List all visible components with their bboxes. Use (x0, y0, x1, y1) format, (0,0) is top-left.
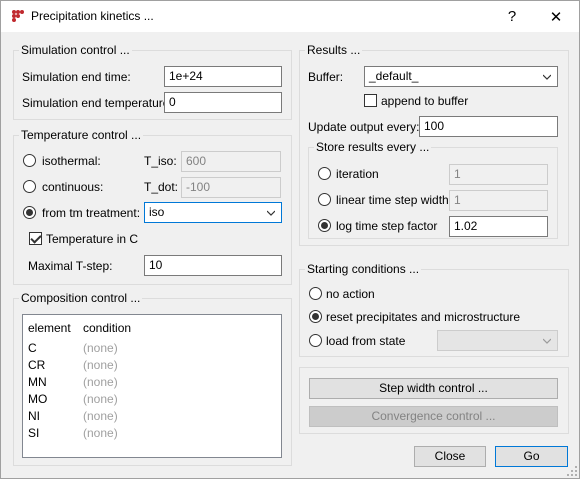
load-state-label: load from state (326, 334, 406, 348)
resize-grip-icon[interactable] (567, 466, 577, 476)
end-temp-label: Simulation end temperature: (22, 96, 173, 110)
chevron-down-icon (267, 210, 275, 216)
list-item-condition[interactable]: (none) (83, 426, 118, 440)
continuous-label: continuous: (42, 180, 104, 194)
list-item-element[interactable]: SI (28, 426, 39, 440)
load-state-radio[interactable] (309, 334, 322, 347)
no-action-label: no action (326, 287, 375, 301)
chevron-down-icon (543, 74, 551, 80)
list-item-element[interactable]: MO (28, 392, 47, 406)
temp-in-c-checkbox[interactable] (29, 232, 42, 245)
end-time-label: Simulation end time: (22, 70, 131, 84)
update-output-label: Update output every: (308, 120, 420, 134)
isothermal-label: isothermal: (42, 154, 101, 168)
no-action-radio[interactable] (309, 287, 322, 300)
convergence-control-button[interactable]: Convergence control ... (309, 406, 558, 427)
log-step-input[interactable]: 1.02 (449, 216, 548, 237)
append-buffer-checkbox[interactable] (364, 94, 377, 107)
t-dot-input[interactable]: -100 (181, 177, 281, 198)
temperature-control-legend: Temperature control ... (19, 128, 144, 142)
buffer-label: Buffer: (308, 70, 344, 84)
help-button[interactable]: ? (489, 1, 535, 32)
close-window-button[interactable]: ✕ (533, 1, 579, 32)
linear-step-radio[interactable] (318, 193, 331, 206)
isothermal-radio[interactable] (23, 154, 36, 167)
append-buffer-label: append to buffer (381, 94, 469, 108)
from-tm-label: from tm treatment: (42, 206, 141, 220)
end-temp-input[interactable]: 0 (164, 92, 282, 113)
go-button[interactable]: Go (495, 446, 568, 467)
t-dot-label: T_dot: (144, 180, 179, 194)
buffer-value: _default_ (369, 69, 419, 83)
max-tstep-input[interactable]: 10 (144, 255, 282, 276)
iteration-radio[interactable] (318, 167, 331, 180)
tm-treatment-select[interactable]: iso (144, 202, 282, 223)
list-item-condition[interactable]: (none) (83, 358, 118, 372)
load-state-select[interactable] (437, 330, 558, 351)
store-results-legend: Store results every ... (314, 140, 432, 154)
app-icon (12, 10, 24, 22)
t-iso-input[interactable]: 600 (181, 151, 281, 172)
chevron-down-icon (543, 338, 551, 344)
step-width-control-button[interactable]: Step width control ... (309, 378, 558, 399)
end-time-input[interactable]: 1e+24 (164, 66, 282, 87)
results-legend: Results ... (305, 43, 363, 57)
list-item-element[interactable]: NI (28, 409, 40, 423)
list-item-condition[interactable]: (none) (83, 375, 118, 389)
list-item-condition[interactable]: (none) (83, 341, 118, 355)
starting-conditions-legend: Starting conditions ... (305, 262, 422, 276)
list-item-element[interactable]: C (28, 341, 37, 355)
update-output-input[interactable]: 100 (419, 116, 558, 137)
max-tstep-label: Maximal T-step: (28, 259, 113, 273)
buffer-select[interactable]: _default_ (364, 66, 558, 87)
iteration-input[interactable]: 1 (449, 164, 548, 185)
t-iso-label: T_iso: (144, 154, 177, 168)
linear-step-label: linear time step width (336, 193, 449, 207)
list-item-element[interactable]: CR (28, 358, 45, 372)
reset-precipitates-radio[interactable] (309, 310, 322, 323)
log-step-radio[interactable] (318, 219, 331, 232)
list-item-condition[interactable]: (none) (83, 392, 118, 406)
tm-treatment-value: iso (149, 205, 165, 219)
temp-in-c-label: Temperature in C (46, 232, 139, 246)
list-item-condition[interactable]: (none) (83, 409, 118, 423)
title-bar: Precipitation kinetics ... ? ✕ (1, 1, 579, 32)
composition-control-legend: Composition control ... (19, 291, 143, 305)
reset-precipitates-label: reset precipitates and microstructure (326, 310, 521, 324)
list-item-element[interactable]: MN (28, 375, 47, 389)
linear-step-input[interactable]: 1 (449, 190, 548, 211)
iteration-label: iteration (336, 167, 379, 181)
window-title: Precipitation kinetics ... (31, 9, 154, 23)
column-header-condition[interactable]: condition (83, 321, 131, 335)
log-step-label: log time step factor (336, 219, 438, 233)
from-tm-radio[interactable] (23, 206, 36, 219)
close-button[interactable]: Close (414, 446, 486, 467)
column-header-element[interactable]: element (28, 321, 71, 335)
composition-list[interactable]: element condition C (none) CR (none) MN … (22, 314, 282, 458)
continuous-radio[interactable] (23, 180, 36, 193)
simulation-control-legend: Simulation control ... (19, 43, 132, 57)
dialog-window: Precipitation kinetics ... ? ✕ Simulatio… (0, 0, 580, 479)
